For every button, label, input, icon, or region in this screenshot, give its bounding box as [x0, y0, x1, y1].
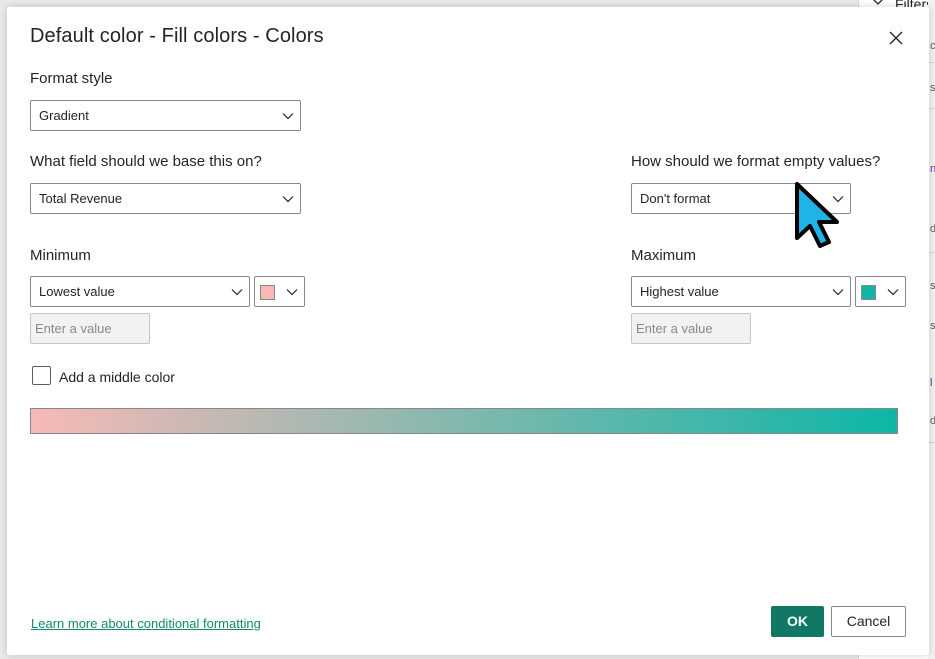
background-divider	[928, 108, 935, 109]
cancel-button[interactable]: Cancel	[831, 606, 906, 637]
conditional-format-dialog: Default color - Fill colors - Colors For…	[7, 7, 929, 655]
empty-values-dropdown[interactable]: Don't format	[631, 183, 851, 214]
minimum-label: Minimum	[30, 247, 91, 264]
background-divider	[928, 442, 935, 443]
maximum-dropdown[interactable]: Highest value	[631, 276, 851, 307]
background-fragment: l	[930, 377, 933, 389]
middle-color-label: Add a middle color	[59, 369, 175, 385]
maximum-color-swatch	[861, 285, 876, 300]
maximum-input-placeholder: Enter a value	[636, 321, 713, 336]
minimum-dropdown[interactable]: Lowest value	[30, 276, 250, 307]
maximum-label: Maximum	[631, 247, 697, 264]
middle-color-checkbox[interactable]	[32, 366, 51, 385]
ok-button[interactable]: OK	[771, 606, 824, 637]
minimum-color-swatch	[260, 285, 275, 300]
gradient-preview-bar	[30, 408, 898, 434]
background-fragment: s	[930, 82, 935, 94]
background-fragment: c	[930, 40, 935, 52]
chevron-down-icon	[832, 289, 844, 296]
format-style-dropdown[interactable]: Gradient	[30, 100, 301, 131]
format-style-label: Format style	[30, 70, 113, 87]
background-fragment: d	[930, 415, 935, 427]
close-icon[interactable]	[887, 29, 905, 47]
chevron-down-icon	[286, 289, 298, 296]
minimum-value-input[interactable]: Enter a value	[30, 313, 150, 344]
background-fragment: s	[930, 320, 935, 332]
format-style-value: Gradient	[39, 108, 89, 123]
base-field-label: What field should we base this on?	[30, 153, 262, 170]
chevron-down-icon	[887, 289, 899, 296]
base-field-dropdown[interactable]: Total Revenue	[30, 183, 301, 214]
minimum-color-picker[interactable]	[254, 276, 305, 307]
learn-more-link[interactable]: Learn more about conditional formatting	[31, 616, 261, 631]
minimum-value: Lowest value	[39, 284, 115, 299]
minimum-input-placeholder: Enter a value	[35, 321, 112, 336]
maximum-value: Highest value	[640, 284, 719, 299]
background-fragment: n	[930, 163, 935, 175]
chevron-down-icon	[282, 113, 294, 120]
background-fragment: d	[930, 223, 935, 235]
background-divider	[928, 62, 935, 63]
base-field-value: Total Revenue	[39, 191, 123, 206]
chevron-down-icon	[832, 196, 844, 203]
chevron-down-icon	[282, 196, 294, 203]
empty-values-value: Don't format	[640, 191, 711, 206]
background-fragment: s	[930, 280, 935, 292]
maximum-value-input[interactable]: Enter a value	[631, 313, 751, 344]
empty-values-label: How should we format empty values?	[631, 153, 881, 170]
maximum-color-picker[interactable]	[855, 276, 906, 307]
background-divider	[928, 252, 935, 253]
dialog-title: Default color - Fill colors - Colors	[30, 25, 324, 47]
chevron-down-icon	[231, 289, 243, 296]
